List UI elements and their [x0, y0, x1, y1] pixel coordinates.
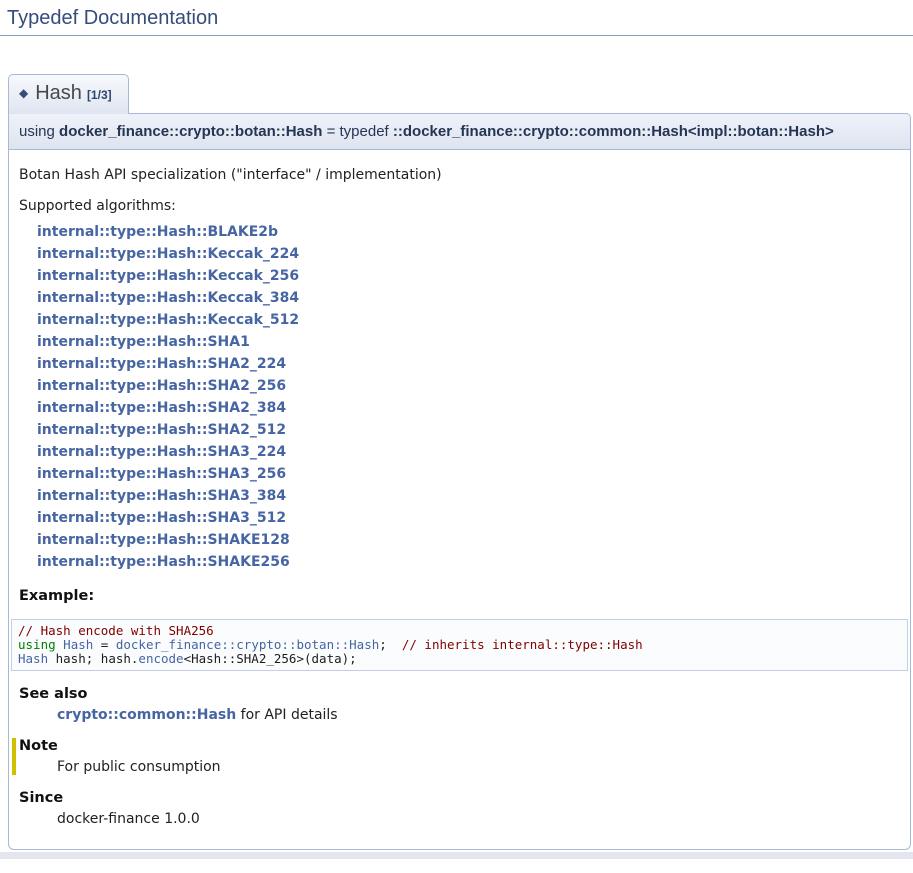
member-prototype: using docker_finance::crypto::botan::Has…: [8, 113, 911, 150]
algorithm-link[interactable]: internal::type::Hash::Keccak_224: [37, 243, 900, 265]
note-section: Note For public consumption: [12, 738, 900, 775]
code-example: // Hash encode with SHA256 using Hash = …: [11, 619, 908, 671]
example-section: Example:: [19, 588, 900, 604]
algorithm-link[interactable]: internal::type::Hash::SHA2_512: [37, 419, 900, 441]
note-label: Note: [19, 738, 900, 754]
algorithm-link[interactable]: internal::type::Hash::SHA2_224: [37, 353, 900, 375]
algorithm-link[interactable]: internal::type::Hash::SHA1: [37, 331, 900, 353]
proto-typedef-name: docker_finance::crypto::botan::Hash: [59, 123, 322, 140]
algorithm-link[interactable]: internal::type::Hash::SHA3_256: [37, 463, 900, 485]
algorithm-link[interactable]: internal::type::Hash::SHA3_224: [37, 441, 900, 463]
member-tab: ◆ Hash [1/3]: [8, 74, 129, 114]
permalink-icon[interactable]: ◆: [19, 86, 28, 100]
algorithm-link[interactable]: internal::type::Hash::BLAKE2b: [37, 221, 900, 243]
algorithm-link[interactable]: internal::type::Hash::SHA2_256: [37, 375, 900, 397]
since-label: Since: [19, 790, 900, 806]
member-overload-index: [1/3]: [87, 88, 112, 102]
see-also-label: See also: [19, 686, 900, 702]
algorithm-link[interactable]: internal::type::Hash::SHAKE256: [37, 551, 900, 573]
code-line: Hash hash; hash.encode<Hash::SHA2_256>(d…: [18, 652, 901, 666]
member-hash-typedef: ◆Hash[1/3] using docker_finance::crypto:…: [8, 74, 911, 850]
proto-target-type: ::docker_finance::crypto::common::Hash<i…: [393, 123, 834, 140]
algorithm-link[interactable]: internal::type::Hash::Keccak_384: [37, 287, 900, 309]
code-comment: // inherits internal::type::Hash: [402, 637, 643, 652]
since-text: docker-finance 1.0.0: [57, 811, 900, 827]
see-also-section: See also crypto::common::Hash for API de…: [19, 686, 900, 723]
see-also-text: for API details: [236, 707, 337, 723]
algorithm-link[interactable]: internal::type::Hash::SHA2_384: [37, 397, 900, 419]
code-comment: // Hash encode with SHA256: [18, 623, 214, 638]
code-link-hash[interactable]: Hash: [63, 637, 93, 652]
proto-equals-typedef: = typedef: [322, 123, 392, 140]
algorithm-link[interactable]: internal::type::Hash::SHAKE128: [37, 529, 900, 551]
algorithm-link[interactable]: internal::type::Hash::SHA3_384: [37, 485, 900, 507]
supported-algorithms-label: Supported algorithms:: [19, 198, 900, 214]
note-text: For public consumption: [57, 759, 900, 775]
algorithm-link[interactable]: internal::type::Hash::Keccak_512: [37, 309, 900, 331]
algorithm-link[interactable]: internal::type::Hash::Keccak_256: [37, 265, 900, 287]
description-text: Botan Hash API specialization ("interfac…: [19, 167, 900, 183]
algorithm-link[interactable]: internal::type::Hash::SHA3_512: [37, 507, 900, 529]
member-documentation: Botan Hash API specialization ("interfac…: [8, 150, 911, 850]
section-divider: [0, 852, 913, 859]
algorithm-list: internal::type::Hash::BLAKE2b internal::…: [37, 221, 900, 573]
code-link-hash[interactable]: Hash: [18, 651, 48, 666]
code-link-encode[interactable]: encode: [138, 651, 183, 666]
code-link-botan-hash[interactable]: docker_finance::crypto::botan::Hash: [116, 637, 379, 652]
page-title: Typedef Documentation: [0, 0, 913, 36]
code-keyword: using: [18, 637, 56, 652]
code-line: // Hash encode with SHA256: [18, 624, 901, 638]
see-also-link[interactable]: crypto::common::Hash: [57, 707, 236, 723]
since-section: Since docker-finance 1.0.0: [19, 790, 900, 827]
code-line: using Hash = docker_finance::crypto::bot…: [18, 638, 901, 652]
see-also-content: crypto::common::Hash for API details: [57, 707, 900, 723]
member-name: Hash: [35, 82, 82, 104]
example-label: Example:: [19, 588, 900, 604]
proto-using-keyword: using: [19, 123, 59, 140]
